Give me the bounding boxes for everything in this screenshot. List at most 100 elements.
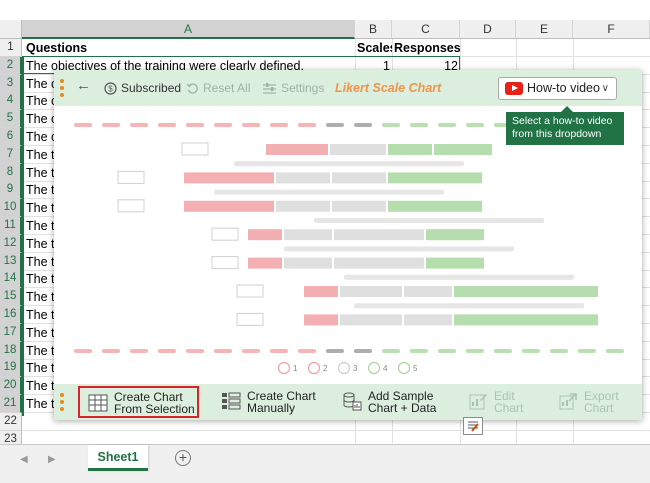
cell-b1[interactable]: Scales — [355, 39, 392, 57]
cell-a1[interactable]: Questions — [24, 39, 354, 57]
row-header[interactable]: 13 — [0, 252, 22, 271]
dashed-band-segment — [74, 123, 92, 127]
next-sheet-icon[interactable]: ▶ — [48, 454, 56, 465]
legend-face-icon — [367, 361, 381, 375]
subscribed-status: $ Subscribed — [104, 80, 181, 96]
row-header[interactable]: 6 — [0, 128, 22, 146]
row-header[interactable]: 2 — [0, 56, 22, 75]
row-header[interactable]: 18 — [0, 341, 22, 360]
panel-bottom-toolbar: Create Chart From Selection Create Chart M… — [54, 384, 642, 420]
quick-analysis-icon[interactable] — [463, 417, 483, 435]
add-sheet-button[interactable]: + — [175, 450, 191, 466]
column-header-f[interactable]: F — [573, 20, 650, 39]
dashed-band-segment — [438, 349, 456, 353]
dashed-band-segment — [186, 349, 204, 353]
legend-number: 3 — [353, 364, 358, 373]
row-header[interactable]: 20 — [0, 377, 22, 396]
drag-handle-icon[interactable] — [60, 79, 64, 97]
column-header-b[interactable]: B — [355, 20, 392, 39]
likert-bar-segment — [284, 257, 332, 269]
axis-label-placeholder — [354, 303, 584, 309]
label-box — [236, 312, 264, 326]
row-header[interactable]: 17 — [0, 323, 22, 342]
cell-c1[interactable]: Responses — [392, 39, 460, 57]
likert-bar-segment — [330, 144, 386, 155]
dashed-band-segment — [466, 123, 484, 127]
row-header[interactable]: 12 — [0, 234, 22, 253]
row-header[interactable]: 3 — [0, 74, 22, 93]
sheet-tab-bar: ◀ ▶ Sheet1 + — [0, 444, 650, 483]
label-box — [211, 256, 239, 270]
dashed-band-segment — [354, 123, 372, 127]
row-header[interactable]: 11 — [0, 217, 22, 235]
panel-title: Likert Scale Chart — [335, 81, 442, 95]
column-header-e[interactable]: E — [516, 20, 573, 39]
row-header[interactable]: 16 — [0, 306, 22, 324]
svg-text:$: $ — [108, 85, 113, 94]
row-header[interactable]: 14 — [0, 270, 22, 289]
row-header[interactable]: 15 — [0, 288, 22, 307]
likert-bar-segment — [184, 200, 274, 212]
dashed-band-segment — [494, 349, 512, 353]
tooltip-line-1: Select a how-to video — [512, 115, 613, 127]
settings-button[interactable]: Settings — [262, 80, 324, 96]
column-header-a[interactable]: A — [22, 20, 355, 39]
axis-label-placeholder — [284, 246, 514, 252]
likert-bar-segment — [266, 144, 328, 155]
legend-face-icon — [337, 361, 351, 375]
reset-all-button[interactable]: Reset All — [186, 80, 250, 96]
youtube-icon — [505, 82, 523, 95]
create-chart-manually-button[interactable]: Create Chart Manually — [221, 388, 321, 416]
tooltip-line-2: from this dropdown — [512, 128, 602, 140]
likert-chart-panel: ← $ Subscribed Reset All Settings Likert … — [54, 70, 642, 420]
row-header[interactable]: 9 — [0, 181, 22, 200]
likert-bar-segment — [284, 229, 332, 241]
dashed-band-segment — [130, 349, 148, 353]
dashed-band-segment — [410, 123, 428, 127]
likert-bar-segment — [404, 314, 452, 326]
row-header[interactable]: 10 — [0, 199, 22, 218]
likert-bar-segment — [340, 314, 402, 326]
export-chart-button[interactable]: Export Chart — [558, 388, 630, 416]
likert-bar-segment — [388, 144, 432, 155]
dashed-band-segment — [550, 349, 568, 353]
column-header-c[interactable]: C — [392, 20, 460, 39]
dashed-band-segment — [354, 349, 372, 353]
row-header[interactable]: 8 — [0, 163, 22, 182]
row-header[interactable]: 22 — [0, 412, 22, 431]
row-header[interactable]: 7 — [0, 145, 22, 164]
table-select-icon — [88, 394, 108, 412]
drag-handle-icon[interactable] — [60, 393, 64, 411]
dashed-band-segment — [74, 349, 92, 353]
dashed-band-segment — [298, 349, 316, 353]
how-to-tooltip: Select a how-to video from this dropdown — [506, 106, 624, 145]
dashed-band-segment — [214, 349, 232, 353]
how-to-video-dropdown[interactable]: How-to video ∨ — [498, 77, 617, 100]
manual-table-icon — [222, 392, 241, 410]
prev-sheet-icon[interactable]: ◀ — [20, 454, 28, 465]
row-header[interactable]: 5 — [0, 110, 22, 129]
manual-label-2: Manually — [247, 401, 296, 415]
likert-bar-segment — [404, 286, 452, 297]
sheet-tab[interactable]: Sheet1 — [88, 445, 148, 471]
dashed-band-segment — [326, 349, 344, 353]
column-header-d[interactable]: D — [460, 20, 516, 39]
row-header[interactable]: 1 — [0, 39, 22, 57]
row-header[interactable]: 21 — [0, 395, 22, 413]
likert-bar-segment — [340, 286, 402, 297]
reset-icon — [186, 83, 198, 94]
dashed-band-segment — [578, 349, 596, 353]
back-arrow-icon[interactable]: ← — [76, 78, 91, 94]
legend-face-icon — [277, 361, 291, 375]
likert-bar-segment — [248, 257, 282, 269]
likert-bar-segment — [388, 172, 482, 184]
select-all-corner[interactable] — [0, 20, 22, 39]
add-sample-chart-button[interactable]: Add Sample Chart + Data — [342, 388, 442, 416]
create-chart-from-selection-button[interactable]: Create Chart From Selection — [78, 386, 199, 418]
dashed-band-segment — [382, 123, 400, 127]
legend-number: 1 — [293, 364, 298, 373]
axis-label-placeholder — [214, 189, 444, 195]
row-header[interactable]: 19 — [0, 359, 22, 378]
edit-chart-button[interactable]: Edit Chart — [468, 388, 528, 416]
row-header[interactable]: 4 — [0, 92, 22, 111]
